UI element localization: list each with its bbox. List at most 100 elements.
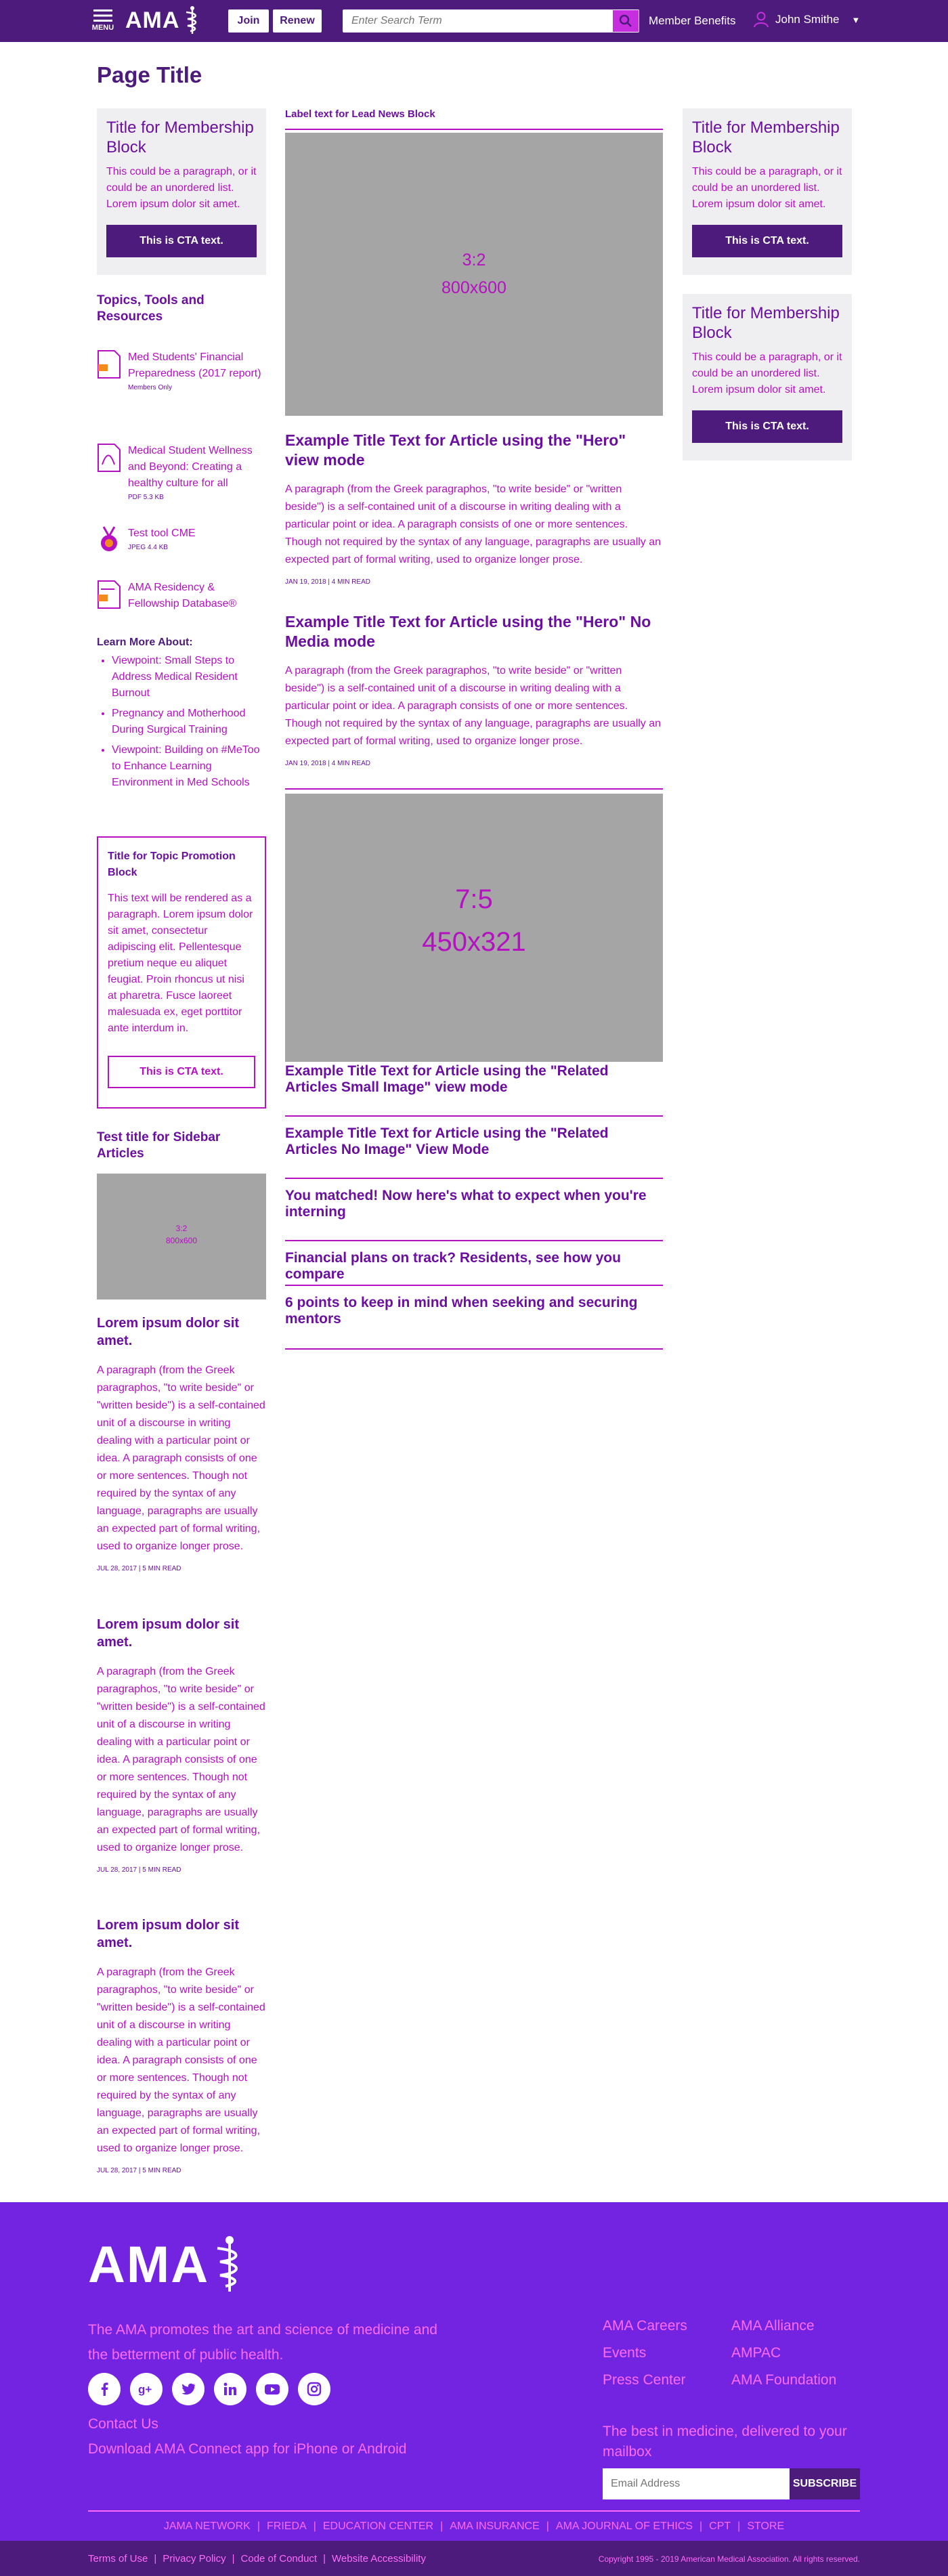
separator: |: [546, 2520, 549, 2532]
related-article-link[interactable]: 6 points to keep in mind when seeking an…: [285, 1295, 663, 1327]
page-title: Page Title: [97, 62, 202, 87]
member-benefits-link[interactable]: Member Benefits: [649, 14, 736, 28]
membership-title: Title for Membership Block: [692, 119, 840, 156]
join-button[interactable]: Join: [228, 9, 269, 33]
article-text: A paragraph (from the Greek paragraphos,…: [285, 665, 662, 747]
network-link[interactable]: AMA JOURNAL OF ETHICS: [556, 2520, 693, 2532]
footer-link[interactable]: AMA Careers: [603, 2316, 731, 2336]
resource-meta: PDF 5.3 KB: [128, 494, 164, 501]
learn-more-heading: Learn More About:: [97, 637, 193, 648]
footer-logo-text: AMA: [88, 2235, 210, 2294]
hamburger-icon: [93, 9, 112, 22]
network-link[interactable]: AMA INSURANCE: [450, 2520, 539, 2532]
membership-cta-button[interactable]: This is CTA text.: [106, 225, 257, 257]
separator: |: [313, 2520, 316, 2532]
separator: |: [232, 2553, 235, 2564]
svg-text:g+: g+: [138, 2383, 152, 2396]
hero-no-media-article[interactable]: Example Title Text for Article using the…: [285, 612, 663, 767]
footer-link[interactable]: AMA Alliance: [731, 2316, 860, 2336]
footer-link[interactable]: Press Center: [603, 2370, 731, 2390]
sidebar-article[interactable]: Lorem ipsum dolor sit amet. A paragraph …: [97, 1314, 266, 1572]
topic-promotion-block: Title for Topic Promotion Block This tex…: [97, 836, 266, 1109]
email-field[interactable]: [603, 2468, 791, 2499]
search-box: [343, 9, 639, 33]
related-article-link[interactable]: Example Title Text for Article using the…: [285, 1063, 663, 1096]
linkedin-icon[interactable]: [214, 2373, 246, 2405]
membership-cta-button[interactable]: This is CTA text.: [692, 225, 842, 257]
resource-title: Med Students' Financial Preparedness (20…: [128, 351, 261, 379]
image-ratio: 3:2: [462, 251, 486, 270]
resource-meta: Members Only: [128, 384, 173, 391]
separator: |: [699, 2520, 703, 2532]
resource-item[interactable]: Test tool CME JPEG 4.4 KB: [97, 525, 266, 555]
youtube-icon[interactable]: [256, 2373, 288, 2405]
network-link[interactable]: EDUCATION CENTER: [323, 2520, 433, 2532]
facebook-icon[interactable]: [88, 2373, 121, 2405]
separator: |: [154, 2553, 157, 2564]
divider: [285, 1240, 663, 1241]
resource-item[interactable]: Medical Student Wellness and Beyond: Cre…: [97, 443, 266, 501]
sidebar-article[interactable]: Lorem ipsum dolor sit amet. A paragraph …: [97, 1916, 266, 2174]
network-link[interactable]: JAMA NETWORK: [164, 2520, 251, 2532]
renew-button[interactable]: Renew: [273, 9, 322, 33]
network-link[interactable]: STORE: [747, 2520, 784, 2532]
user-menu[interactable]: John Smithe ▼: [754, 12, 860, 28]
related-article-link[interactable]: Example Title Text for Article using the…: [285, 1125, 663, 1158]
separator: |: [323, 2553, 326, 2564]
related-image-placeholder: 7:5 450x321: [285, 794, 663, 1062]
hero-article[interactable]: Example Title Text for Article using the…: [285, 431, 663, 586]
pdf-icon: [98, 444, 121, 472]
twitter-icon[interactable]: [172, 2373, 204, 2405]
footer-link[interactable]: AMPAC: [731, 2343, 860, 2363]
sidebar-article-text: A paragraph (from the Greek paragraphos,…: [97, 1967, 265, 2154]
medal-icon: [101, 526, 117, 551]
resource-title: Test tool CME: [128, 528, 196, 539]
copyright: Copyright 1995 - 2019 American Medical A…: [598, 2554, 860, 2564]
learn-more-link[interactable]: Pregnancy and Motherhood During Surgical…: [112, 706, 266, 738]
google-plus-icon[interactable]: g+: [130, 2373, 163, 2405]
related-article-link[interactable]: Financial plans on track? Residents, see…: [285, 1250, 663, 1283]
network-link[interactable]: FRIEDA: [267, 2520, 307, 2532]
sidebar-article[interactable]: Lorem ipsum dolor sit amet. A paragraph …: [97, 1616, 266, 1874]
learn-more-link[interactable]: Viewpoint: Small Steps to Address Medica…: [112, 653, 266, 702]
promo-cta-button[interactable]: This is CTA text.: [108, 1056, 255, 1088]
footer-logo[interactable]: AMA: [88, 2231, 250, 2298]
related-article-link[interactable]: You matched! Now here's what to expect w…: [285, 1188, 663, 1220]
ama-logo[interactable]: AMA: [125, 5, 202, 35]
menu-button[interactable]: MENU: [88, 8, 118, 38]
legal-link[interactable]: Code of Conduct: [241, 2553, 318, 2564]
legal-link[interactable]: Terms of Use: [88, 2553, 148, 2564]
network-link[interactable]: CPT: [709, 2520, 731, 2532]
resource-title: AMA Residency & Fellowship Database®: [128, 582, 237, 609]
lead-news-label: Label text for Lead News Block: [285, 108, 435, 120]
newsletter-text: The best in medicine, delivered to your …: [603, 2424, 847, 2460]
membership-text: This could be a paragraph, or it could b…: [692, 351, 842, 395]
sidebar-article-text: A paragraph (from the Greek paragraphos,…: [97, 1666, 265, 1853]
legal-link[interactable]: Website Accessibility: [332, 2553, 426, 2564]
article-text: A paragraph (from the Greek paragraphos,…: [285, 484, 662, 565]
contact-us-link[interactable]: Contact Us: [88, 2416, 158, 2432]
footer-link[interactable]: Events: [603, 2343, 731, 2363]
sidebar-article-title: Lorem ipsum dolor sit amet.: [97, 1918, 240, 1950]
footer-link[interactable]: AMA Foundation: [731, 2370, 860, 2390]
subscribe-button[interactable]: SUBSCRIBE: [790, 2468, 860, 2499]
sidebar-article-meta: JUL 28, 2017 | 5 MIN READ: [97, 1565, 181, 1572]
resource-item[interactable]: Med Students' Financial Preparedness (20…: [97, 349, 266, 391]
instagram-icon[interactable]: [298, 2373, 330, 2405]
article-title: Example Title Text for Article using the…: [285, 431, 626, 469]
separator: |: [440, 2520, 444, 2532]
resource-item[interactable]: AMA Residency & Fellowship Database®: [97, 580, 266, 612]
learn-more-link[interactable]: Viewpoint: Building on #MeToo to Enhance…: [112, 742, 266, 791]
search-input[interactable]: [343, 10, 607, 32]
membership-cta-button[interactable]: This is CTA text.: [692, 410, 842, 443]
membership-block: Title for Membership Block This could be…: [683, 294, 852, 460]
membership-title: Title for Membership Block: [106, 119, 254, 156]
separator: |: [257, 2520, 261, 2532]
legal-link[interactable]: Privacy Policy: [163, 2553, 225, 2564]
download-app-link[interactable]: Download AMA Connect app for iPhone or A…: [88, 2441, 406, 2457]
divider: [285, 1348, 663, 1350]
divider: [285, 1285, 663, 1286]
divider: [285, 1178, 663, 1179]
search-button[interactable]: [613, 10, 639, 32]
image-size: 800x600: [441, 278, 507, 297]
